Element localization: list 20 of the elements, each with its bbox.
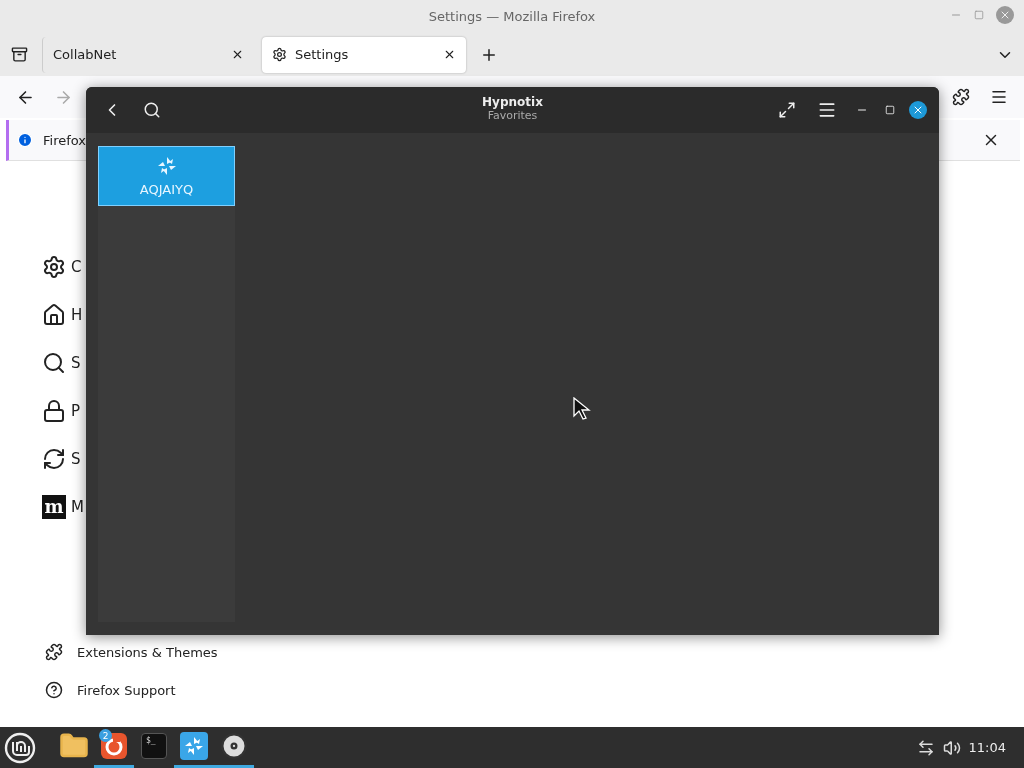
clock[interactable]: 11:04 [968,740,1006,755]
sidebar-link[interactable]: Firefox Support [77,682,176,698]
sidebar-item[interactable]: M [71,498,84,516]
taskbar-button[interactable]: $_ [134,727,174,768]
browser-tab[interactable]: Settings [262,36,466,73]
app-subtitle: Favorites [487,109,538,122]
window-title: Settings — Mozilla Firefox [428,9,596,24]
m-logo-icon: m [42,495,66,519]
sidebar-link[interactable]: Extensions & Themes [77,644,218,660]
sidebar-item[interactable]: P [71,402,81,420]
sidebar-item[interactable]: S [71,450,81,468]
terminal-icon[interactable]: $_ [141,733,167,759]
browser-tab[interactable]: CollabNet [42,36,254,73]
app-title: Hypnotix [482,95,543,109]
channel-name: AQJAIYQ [139,181,194,197]
notification-badge: 2 [99,729,112,742]
sidebar-item[interactable]: H [71,306,83,324]
notification-text: Firefox [43,132,87,148]
sidebar-item[interactable]: S [71,354,81,372]
sidebar-item[interactable]: C [71,258,82,276]
